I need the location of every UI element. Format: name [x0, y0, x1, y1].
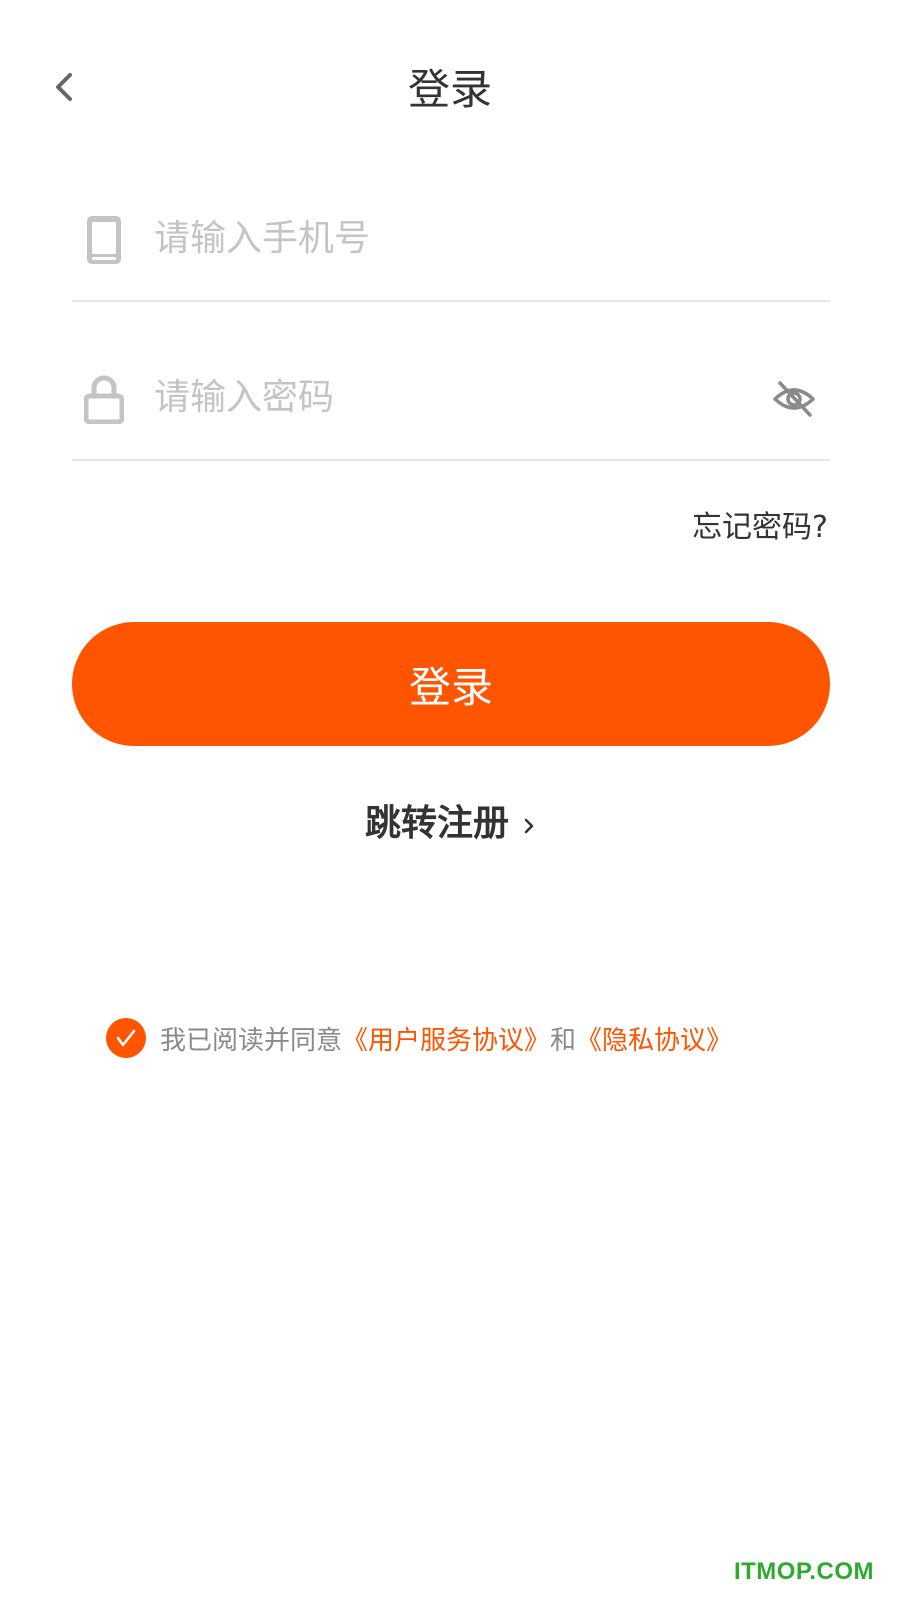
watermark: ITMOP.COM: [733, 1558, 874, 1585]
register-link-label: 跳转注册: [364, 803, 509, 844]
eye-off-icon: [773, 381, 815, 417]
agreement-prefix: 我已阅读并同意: [160, 1025, 343, 1056]
phone-input[interactable]: [154, 206, 734, 270]
chevron-right-icon: [523, 801, 535, 849]
agreement-conjunction: 和: [550, 1025, 577, 1056]
page-title: 登录: [407, 65, 492, 114]
privacy-policy-link[interactable]: 《隐私协议》: [576, 1020, 732, 1057]
phone-icon: [80, 212, 128, 268]
forgot-password-link[interactable]: 忘记密码?: [692, 508, 828, 548]
login-button[interactable]: 登录: [72, 622, 830, 746]
header-bar: 登录: [0, 55, 900, 135]
password-visibility-toggle[interactable]: [766, 371, 822, 427]
user-agreement-link[interactable]: 《用户服务协议》: [342, 1020, 550, 1057]
agreement-checkbox[interactable]: [106, 1018, 146, 1058]
checkmark-icon: [116, 1029, 136, 1047]
lock-icon: [80, 371, 128, 427]
password-input[interactable]: [154, 365, 734, 429]
phone-field: [72, 188, 830, 302]
password-field: [72, 347, 830, 461]
agreement-row: 我已阅读并同意 《用户服务协议》 和 《隐私协议》: [106, 1016, 732, 1060]
register-link[interactable]: 跳转注册: [0, 800, 900, 849]
